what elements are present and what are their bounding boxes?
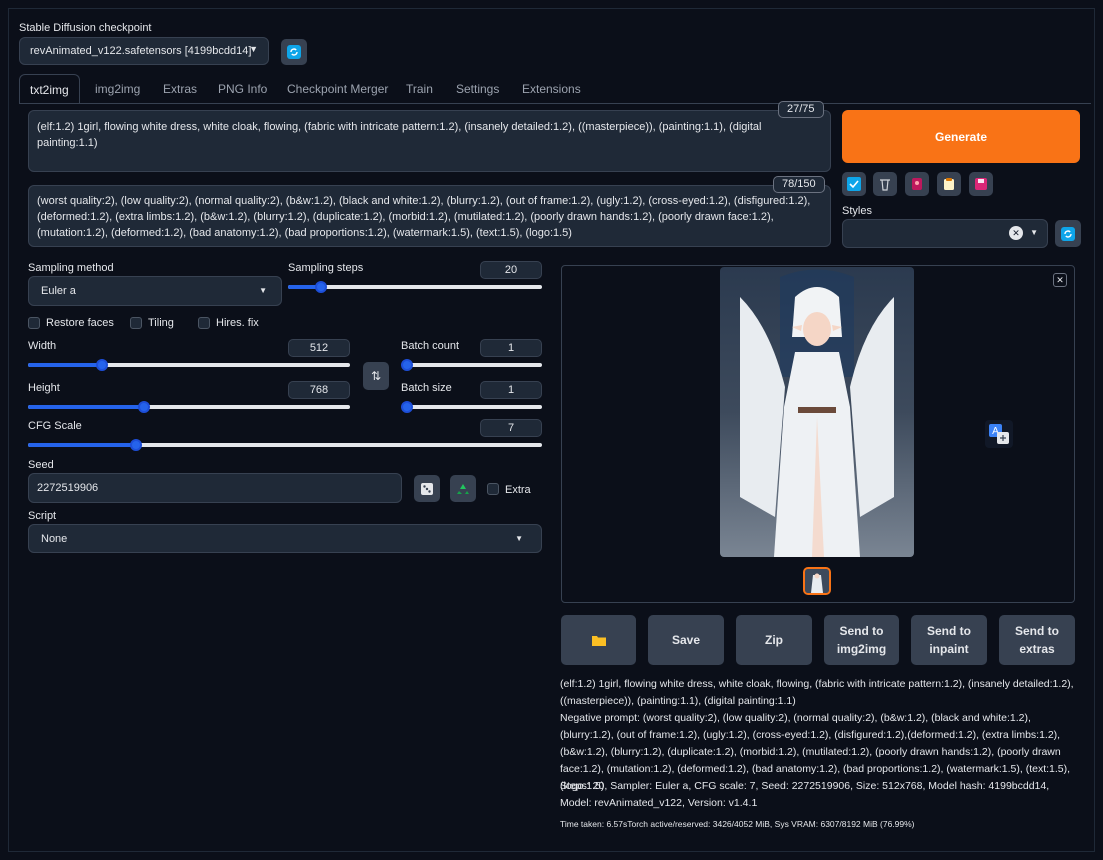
batch-count-label: Batch count	[401, 340, 460, 352]
gallery-thumbnail[interactable]	[803, 567, 831, 595]
height-label: Height	[28, 382, 60, 394]
save-style-button[interactable]	[969, 172, 993, 196]
batch-size-slider[interactable]	[401, 401, 542, 413]
random-seed-button[interactable]	[414, 475, 440, 502]
hires-fix-checkbox[interactable]	[198, 317, 210, 329]
script-select[interactable]: None ▼	[28, 524, 542, 553]
tab-png-info[interactable]: PNG Info	[218, 74, 267, 104]
negative-prompt-textarea[interactable]: (worst quality:2), (low quality:2), (nor…	[28, 185, 831, 247]
width-label: Width	[28, 340, 57, 352]
tab-extras[interactable]: Extras	[163, 74, 197, 104]
seed-label: Seed	[28, 459, 54, 471]
tab-settings[interactable]: Settings	[456, 74, 499, 104]
checkpoint-select[interactable]: revAnimated_v122.safetensors [4199bcdd14…	[19, 37, 269, 65]
apply-style-button[interactable]	[937, 172, 961, 196]
trash-icon	[880, 179, 890, 191]
prompt-token-counter: 27/75	[778, 101, 824, 118]
open-folder-button[interactable]	[561, 615, 636, 665]
send-to-extras-button[interactable]: Send to extras	[999, 615, 1075, 665]
tab-checkpoint-merger[interactable]: Checkpoint Merger	[287, 74, 388, 104]
swap-dimensions-button[interactable]: ⇅	[363, 362, 389, 390]
hires-fix-label: Hires. fix	[216, 317, 259, 329]
refresh-checkpoint-button[interactable]	[281, 39, 307, 65]
recycle-icon	[457, 483, 469, 494]
refresh-icon	[287, 45, 301, 59]
refresh-styles-button[interactable]	[1055, 220, 1081, 247]
batch-size-input[interactable]: 1	[480, 381, 542, 399]
restore-faces-label: Restore faces	[46, 317, 114, 329]
zip-button[interactable]: Zip	[736, 615, 812, 665]
batch-size-label: Batch size	[401, 382, 452, 394]
cfg-scale-input[interactable]: 7	[480, 419, 542, 437]
send-to-inpaint-button[interactable]: Send to inpaint	[911, 615, 987, 665]
checkpoint-value: revAnimated_v122.safetensors [4199bcdd14…	[30, 45, 252, 57]
width-input[interactable]: 512	[288, 339, 350, 357]
read-params-button[interactable]	[842, 172, 866, 196]
extra-seed-label: Extra	[505, 484, 531, 496]
generation-info-params: Steps: 20, Sampler: Euler a, CFG scale: …	[560, 780, 1050, 809]
send-to-img2img-button[interactable]: Send to img2img	[824, 615, 899, 665]
sampling-steps-input[interactable]: 20	[480, 261, 542, 279]
extra-networks-button[interactable]	[905, 172, 929, 196]
generate-button[interactable]: Generate	[842, 110, 1080, 163]
extra-networks-icon	[912, 178, 922, 190]
generation-info-prompt: (elf:1.2) 1girl, flowing white dress, wh…	[560, 678, 1074, 707]
sampling-steps-slider[interactable]	[288, 281, 542, 293]
save-button[interactable]: Save	[648, 615, 724, 665]
extra-seed-checkbox[interactable]	[487, 483, 499, 495]
width-slider[interactable]	[28, 359, 350, 371]
checkpoint-label: Stable Diffusion checkpoint	[19, 22, 152, 34]
seed-input[interactable]: 2272519906	[28, 473, 402, 503]
styles-label: Styles	[842, 205, 872, 217]
translate-icon[interactable]: A	[985, 420, 1013, 448]
sampling-method-label: Sampling method	[28, 262, 114, 274]
restore-faces-checkbox[interactable]	[28, 317, 40, 329]
clipboard-icon	[944, 178, 954, 190]
tab-img2img[interactable]: img2img	[95, 74, 140, 104]
generated-image[interactable]	[720, 267, 914, 557]
chevron-down-icon: ▼	[1030, 228, 1038, 237]
cfg-scale-label: CFG Scale	[28, 420, 82, 432]
reuse-seed-button[interactable]	[450, 475, 476, 502]
refresh-icon	[1061, 226, 1075, 241]
tab-extensions[interactable]: Extensions	[522, 74, 581, 104]
cfg-scale-slider[interactable]	[28, 439, 542, 451]
sampling-steps-label: Sampling steps	[288, 262, 364, 274]
close-icon[interactable]: ✕	[1053, 273, 1067, 287]
folder-icon	[591, 636, 606, 646]
dice-icon	[421, 482, 433, 495]
seed-value: 2272519906	[37, 482, 99, 494]
script-value: None	[41, 533, 68, 545]
height-input[interactable]: 768	[288, 381, 350, 399]
tiling-label: Tiling	[148, 317, 174, 329]
generation-info-time: Time taken: 6.57sTorch active/reserved: …	[560, 819, 915, 829]
tab-divider	[19, 103, 1091, 104]
script-label: Script	[28, 510, 57, 522]
sampling-method-value: Euler a	[41, 285, 76, 297]
chevron-down-icon: ▼	[515, 534, 523, 543]
prompt-textarea[interactable]: (elf:1.2) 1girl, flowing white dress, wh…	[28, 110, 831, 172]
tab-train[interactable]: Train	[406, 74, 433, 104]
chevron-down-icon: ▼	[259, 286, 267, 295]
clear-prompt-button[interactable]	[873, 172, 897, 196]
batch-count-slider[interactable]	[401, 359, 542, 371]
negative-prompt-token-counter: 78/150	[773, 176, 825, 193]
floppy-disk-icon	[975, 178, 987, 190]
tiling-checkbox[interactable]	[130, 317, 142, 329]
clear-styles-icon[interactable]: ✕	[1009, 226, 1023, 240]
height-slider[interactable]	[28, 401, 350, 413]
tab-txt2img[interactable]: txt2img	[19, 74, 80, 104]
sampling-method-select[interactable]: Euler a ▼	[28, 276, 282, 306]
swap-arrows-icon: ⇅	[370, 369, 382, 383]
batch-count-input[interactable]: 1	[480, 339, 542, 357]
checkbox-arrow-icon	[847, 177, 861, 191]
chevron-down-icon: ▼	[249, 44, 258, 54]
styles-dropdown[interactable]: ✕ ▼	[842, 219, 1048, 248]
